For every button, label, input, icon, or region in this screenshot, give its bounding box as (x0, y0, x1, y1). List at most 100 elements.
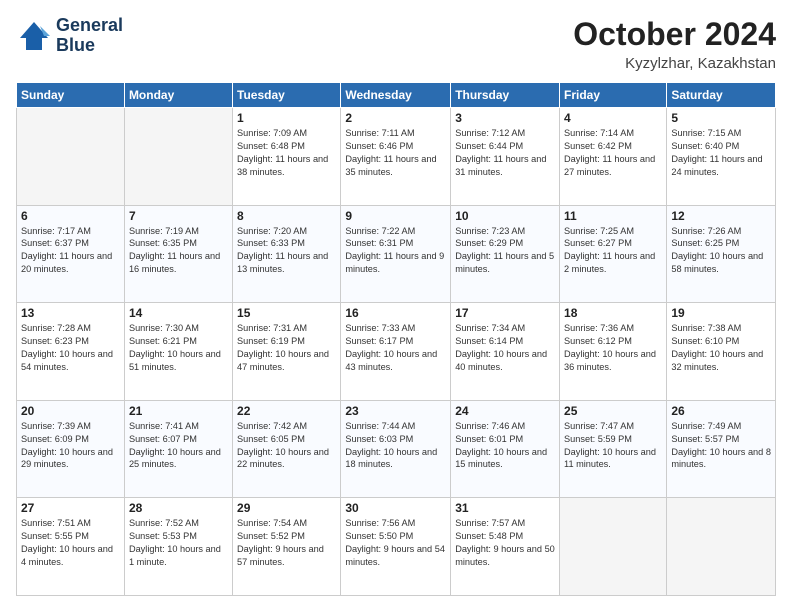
day-info: Sunrise: 7:42 AM Sunset: 6:05 PM Dayligh… (237, 420, 336, 472)
day-info: Sunrise: 7:49 AM Sunset: 5:57 PM Dayligh… (671, 420, 771, 472)
header: General Blue October 2024 Kyzylzhar, Kaz… (16, 16, 776, 72)
day-number: 28 (129, 501, 228, 515)
day-info: Sunrise: 7:14 AM Sunset: 6:42 PM Dayligh… (564, 127, 662, 179)
sunrise-label: Sunrise: 7:42 AM (237, 421, 307, 431)
calendar-cell: 6 Sunrise: 7:17 AM Sunset: 6:37 PM Dayli… (17, 205, 125, 303)
sunset-label: Sunset: 5:52 PM (237, 531, 305, 541)
calendar-cell: 28 Sunrise: 7:52 AM Sunset: 5:53 PM Dayl… (124, 498, 232, 596)
sunset-label: Sunset: 6:01 PM (455, 434, 523, 444)
calendar-cell: 21 Sunrise: 7:41 AM Sunset: 6:07 PM Dayl… (124, 400, 232, 498)
logo-line1: General (56, 16, 123, 36)
day-number: 24 (455, 404, 555, 418)
daylight-label: Daylight: 10 hours and 29 minutes. (21, 447, 113, 470)
day-number: 14 (129, 306, 228, 320)
day-info: Sunrise: 7:51 AM Sunset: 5:55 PM Dayligh… (21, 517, 120, 569)
calendar-cell: 17 Sunrise: 7:34 AM Sunset: 6:14 PM Dayl… (451, 303, 560, 401)
sunset-label: Sunset: 5:53 PM (129, 531, 197, 541)
sunrise-label: Sunrise: 7:56 AM (345, 518, 415, 528)
daylight-label: Daylight: 11 hours and 16 minutes. (129, 251, 220, 274)
day-number: 15 (237, 306, 336, 320)
sunrise-label: Sunrise: 7:38 AM (671, 323, 741, 333)
calendar-cell: 31 Sunrise: 7:57 AM Sunset: 5:48 PM Dayl… (451, 498, 560, 596)
sunset-label: Sunset: 6:29 PM (455, 238, 523, 248)
day-number: 1 (237, 111, 336, 125)
sunrise-label: Sunrise: 7:11 AM (345, 128, 414, 138)
page: General Blue October 2024 Kyzylzhar, Kaz… (0, 0, 792, 612)
calendar-cell: 4 Sunrise: 7:14 AM Sunset: 6:42 PM Dayli… (560, 108, 667, 206)
day-info: Sunrise: 7:19 AM Sunset: 6:35 PM Dayligh… (129, 225, 228, 277)
calendar-cell: 25 Sunrise: 7:47 AM Sunset: 5:59 PM Dayl… (560, 400, 667, 498)
daylight-label: Daylight: 11 hours and 38 minutes. (237, 154, 328, 177)
sunset-label: Sunset: 6:03 PM (345, 434, 413, 444)
calendar-table: SundayMondayTuesdayWednesdayThursdayFrid… (16, 82, 776, 596)
calendar-cell: 12 Sunrise: 7:26 AM Sunset: 6:25 PM Dayl… (667, 205, 776, 303)
daylight-label: Daylight: 10 hours and 58 minutes. (671, 251, 763, 274)
sunset-label: Sunset: 5:55 PM (21, 531, 89, 541)
daylight-label: Daylight: 11 hours and 2 minutes. (564, 251, 655, 274)
sunrise-label: Sunrise: 7:20 AM (237, 226, 307, 236)
daylight-label: Daylight: 11 hours and 20 minutes. (21, 251, 112, 274)
day-number: 29 (237, 501, 336, 515)
day-number: 19 (671, 306, 771, 320)
sunset-label: Sunset: 6:09 PM (21, 434, 89, 444)
daylight-label: Daylight: 11 hours and 27 minutes. (564, 154, 655, 177)
calendar-cell: 3 Sunrise: 7:12 AM Sunset: 6:44 PM Dayli… (451, 108, 560, 206)
daylight-label: Daylight: 10 hours and 32 minutes. (671, 349, 763, 372)
day-info: Sunrise: 7:47 AM Sunset: 5:59 PM Dayligh… (564, 420, 662, 472)
sunrise-label: Sunrise: 7:49 AM (671, 421, 741, 431)
sunset-label: Sunset: 6:37 PM (21, 238, 89, 248)
calendar-cell: 23 Sunrise: 7:44 AM Sunset: 6:03 PM Dayl… (341, 400, 451, 498)
calendar-cell: 14 Sunrise: 7:30 AM Sunset: 6:21 PM Dayl… (124, 303, 232, 401)
sunrise-label: Sunrise: 7:30 AM (129, 323, 199, 333)
calendar-week-row: 13 Sunrise: 7:28 AM Sunset: 6:23 PM Dayl… (17, 303, 776, 401)
calendar-cell: 8 Sunrise: 7:20 AM Sunset: 6:33 PM Dayli… (233, 205, 341, 303)
weekday-header-friday: Friday (560, 83, 667, 108)
sunset-label: Sunset: 6:40 PM (671, 141, 739, 151)
day-number: 30 (345, 501, 446, 515)
daylight-label: Daylight: 10 hours and 4 minutes. (21, 544, 113, 567)
day-info: Sunrise: 7:22 AM Sunset: 6:31 PM Dayligh… (345, 225, 446, 277)
day-info: Sunrise: 7:25 AM Sunset: 6:27 PM Dayligh… (564, 225, 662, 277)
daylight-label: Daylight: 10 hours and 43 minutes. (345, 349, 437, 372)
sunset-label: Sunset: 5:57 PM (671, 434, 739, 444)
weekday-header-saturday: Saturday (667, 83, 776, 108)
weekday-header-monday: Monday (124, 83, 232, 108)
sunrise-label: Sunrise: 7:41 AM (129, 421, 199, 431)
day-number: 21 (129, 404, 228, 418)
daylight-label: Daylight: 10 hours and 54 minutes. (21, 349, 113, 372)
day-info: Sunrise: 7:26 AM Sunset: 6:25 PM Dayligh… (671, 225, 771, 277)
sunset-label: Sunset: 6:42 PM (564, 141, 632, 151)
day-number: 17 (455, 306, 555, 320)
logo-line2: Blue (56, 36, 123, 56)
day-info: Sunrise: 7:44 AM Sunset: 6:03 PM Dayligh… (345, 420, 446, 472)
sunrise-label: Sunrise: 7:51 AM (21, 518, 91, 528)
calendar-cell: 30 Sunrise: 7:56 AM Sunset: 5:50 PM Dayl… (341, 498, 451, 596)
sunrise-label: Sunrise: 7:28 AM (21, 323, 91, 333)
calendar-cell: 27 Sunrise: 7:51 AM Sunset: 5:55 PM Dayl… (17, 498, 125, 596)
month-title: October 2024 (573, 16, 776, 53)
sunset-label: Sunset: 5:59 PM (564, 434, 632, 444)
sunrise-label: Sunrise: 7:46 AM (455, 421, 525, 431)
day-info: Sunrise: 7:36 AM Sunset: 6:12 PM Dayligh… (564, 322, 662, 374)
daylight-label: Daylight: 10 hours and 15 minutes. (455, 447, 547, 470)
sunrise-label: Sunrise: 7:52 AM (129, 518, 199, 528)
sunrise-label: Sunrise: 7:26 AM (671, 226, 741, 236)
daylight-label: Daylight: 10 hours and 36 minutes. (564, 349, 656, 372)
weekday-header-wednesday: Wednesday (341, 83, 451, 108)
daylight-label: Daylight: 10 hours and 1 minute. (129, 544, 221, 567)
day-info: Sunrise: 7:28 AM Sunset: 6:23 PM Dayligh… (21, 322, 120, 374)
calendar-cell: 7 Sunrise: 7:19 AM Sunset: 6:35 PM Dayli… (124, 205, 232, 303)
sunrise-label: Sunrise: 7:31 AM (237, 323, 307, 333)
sunset-label: Sunset: 6:33 PM (237, 238, 305, 248)
day-info: Sunrise: 7:30 AM Sunset: 6:21 PM Dayligh… (129, 322, 228, 374)
weekday-header-row: SundayMondayTuesdayWednesdayThursdayFrid… (17, 83, 776, 108)
day-info: Sunrise: 7:56 AM Sunset: 5:50 PM Dayligh… (345, 517, 446, 569)
sunset-label: Sunset: 6:23 PM (21, 336, 89, 346)
day-info: Sunrise: 7:23 AM Sunset: 6:29 PM Dayligh… (455, 225, 555, 277)
calendar-cell: 18 Sunrise: 7:36 AM Sunset: 6:12 PM Dayl… (560, 303, 667, 401)
day-number: 18 (564, 306, 662, 320)
day-info: Sunrise: 7:12 AM Sunset: 6:44 PM Dayligh… (455, 127, 555, 179)
day-number: 12 (671, 209, 771, 223)
calendar-cell: 20 Sunrise: 7:39 AM Sunset: 6:09 PM Dayl… (17, 400, 125, 498)
day-number: 2 (345, 111, 446, 125)
